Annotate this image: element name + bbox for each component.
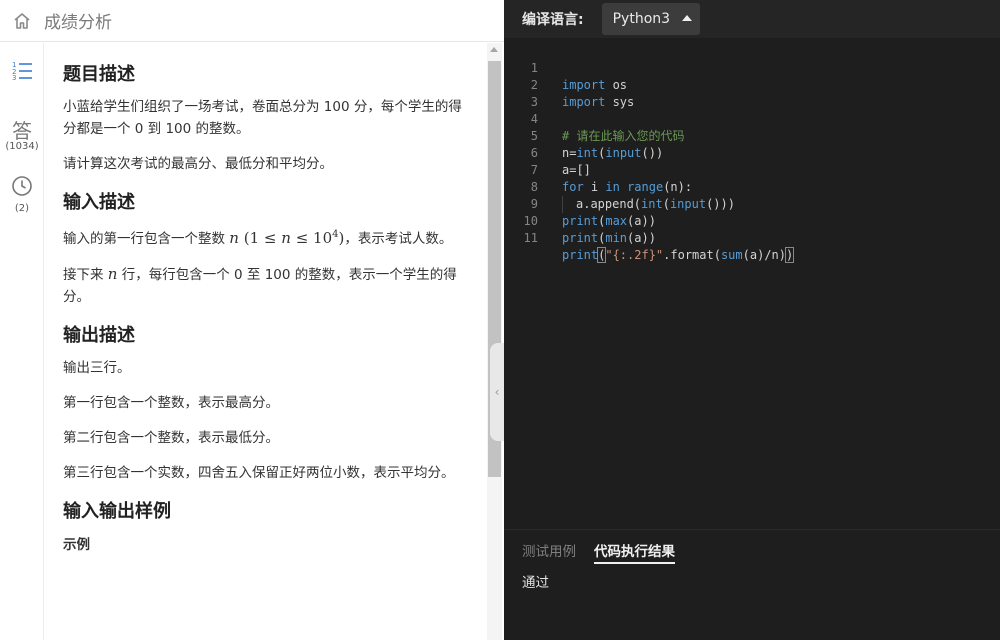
section-title-description: 题目描述: [63, 64, 135, 85]
tab-test-cases[interactable]: 测试用例: [522, 540, 576, 564]
language-value: Python3: [612, 11, 671, 27]
app-root: 成绩分析 1 2 3 答 (1034) (2) 题目描述 小蓝给学生们组织了一场…: [0, 0, 1000, 640]
rail-item-problem[interactable]: 1 2 3: [0, 59, 44, 85]
history-count: (2): [14, 203, 30, 214]
rail-item-history[interactable]: (2): [0, 175, 44, 214]
rail-item-answers[interactable]: 答 (1034): [0, 115, 44, 152]
content-scrollbar[interactable]: [487, 43, 502, 640]
output-paragraph-2: 第一行包含一个整数，表示最高分。: [63, 395, 279, 411]
code-line: 1 import os: [530, 61, 628, 92]
section-title-sample: 输入输出样例: [63, 501, 171, 522]
result-output: 通过: [522, 575, 549, 591]
chevron-left-icon: ‹: [494, 385, 500, 399]
home-icon[interactable]: [0, 0, 44, 42]
svg-text:3: 3: [12, 74, 16, 81]
code-line: 11 print("{:.2f}".format(sum(a)/n)): [523, 231, 795, 263]
results-panel: 测试用例 代码执行结果 通过: [504, 529, 1000, 640]
input-paragraph-1: 输入的第一行包含一个整数 n (1 ≤ n ≤ 104)，表示考试人数。: [63, 229, 453, 247]
answers-icon: 答: [12, 119, 32, 143]
section-title-output: 输出描述: [63, 325, 135, 346]
editor-panel: 编译语言: Python3 1 import os 2 import sys 3…: [504, 0, 1000, 640]
top-bar: 成绩分析: [0, 0, 504, 42]
code-editor[interactable]: 1 import os 2 import sys 3 4 # 请在此输入您的代码…: [504, 43, 1000, 529]
caret-up-icon: [681, 15, 692, 21]
code-line: 9 print(max(a)): [530, 197, 656, 228]
clock-icon: [12, 176, 32, 196]
description-paragraph-1: 小蓝给学生们组织了一场考试，卷面总分为 100 分，每个学生的得分都是一个 0 …: [63, 99, 462, 137]
problem-content: 题目描述 小蓝给学生们组织了一场考试，卷面总分为 100 分，每个学生的得分都是…: [45, 43, 487, 640]
language-select[interactable]: Python3: [601, 3, 700, 35]
code-line: 8 a.append(int(input())): [530, 180, 735, 213]
description-paragraph-2: 请计算这次考试的最高分、最低分和平均分。: [63, 156, 333, 172]
code-line: 6 a=[]: [530, 146, 591, 177]
editor-toolbar: 编译语言: Python3: [504, 0, 1000, 38]
code-line: 7 for i in range(n):: [530, 163, 693, 194]
tab-execution-result[interactable]: 代码执行结果: [594, 540, 675, 564]
code-line: 10 print(min(a)): [523, 214, 656, 245]
code-line: 3: [530, 95, 538, 109]
answers-count: (1034): [5, 141, 39, 152]
code-line: 5 n=int(input()): [530, 129, 664, 160]
output-paragraph-1: 输出三行。: [63, 360, 131, 376]
output-paragraph-4: 第三行包含一个实数，四舍五入保留正好两位小数，表示平均分。: [63, 465, 455, 481]
input-paragraph-2: 接下来 n 行，每行包含一个 0 至 100 的整数，表示一个学生的得分。: [63, 265, 457, 305]
problem-panel: 成绩分析 1 2 3 答 (1034) (2) 题目描述 小蓝给学生们组织了一场…: [0, 0, 504, 640]
scroll-up-icon[interactable]: [490, 47, 498, 52]
section-title-input: 输入描述: [63, 192, 135, 213]
panel-splitter[interactable]: ‹: [490, 343, 504, 441]
side-rail: 1 2 3 答 (1034) (2): [0, 43, 44, 640]
sample-label: 示例: [63, 537, 90, 553]
list-icon: 1 2 3: [12, 61, 32, 82]
code-line: 4 # 请在此输入您的代码: [530, 112, 685, 143]
code-line: 2 import sys: [530, 78, 635, 109]
output-paragraph-3: 第二行包含一个整数，表示最低分。: [63, 430, 279, 446]
results-tabs: 测试用例 代码执行结果: [522, 540, 675, 564]
page-title: 成绩分析: [44, 13, 112, 33]
language-label: 编译语言:: [522, 12, 584, 28]
